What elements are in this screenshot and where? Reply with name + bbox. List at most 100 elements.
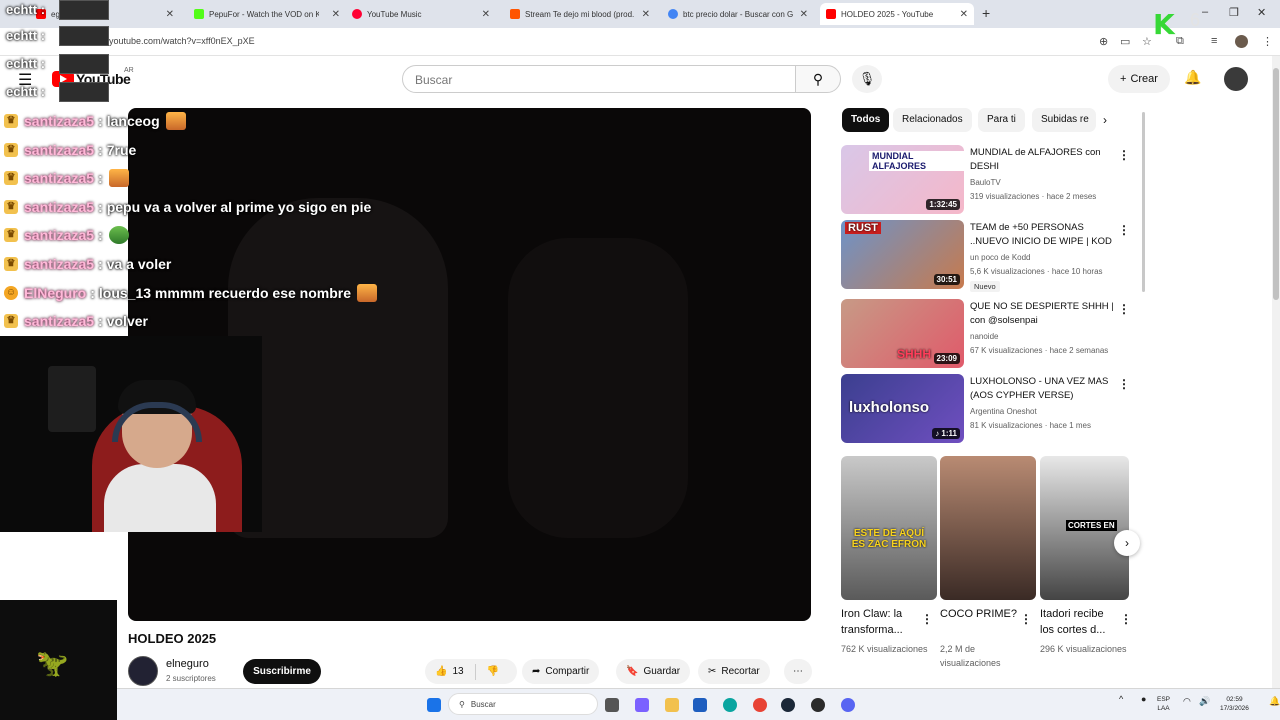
recommended-video[interactable]: SHHH 23:09 QUE NO SE DESPIERTE SHHH | co… — [841, 299, 1131, 369]
reading-list-icon[interactable]: ≡ — [1211, 35, 1217, 47]
close-icon[interactable]: ✕ — [166, 9, 174, 20]
task-view-icon[interactable] — [605, 698, 619, 712]
close-icon[interactable]: ✕ — [482, 9, 490, 20]
minimize-icon[interactable]: – — [1202, 6, 1208, 18]
video-thumbnail[interactable]: luxholonso ♪ 1:11 — [841, 374, 964, 443]
browser-tab[interactable]: YouTube Music ✕ — [346, 3, 496, 25]
chat-text: 7rue — [106, 142, 137, 158]
short-card[interactable]: ESTE DE AQUÍ ES ZAC EFRON Iron Claw: la … — [841, 456, 937, 654]
chip-relacionados[interactable]: Relacionados — [893, 108, 972, 132]
close-icon[interactable]: ✕ — [960, 9, 968, 20]
new-tab-icon[interactable]: + — [982, 5, 990, 21]
shorts-next-button[interactable]: › — [1114, 530, 1140, 556]
notification-center-icon[interactable]: 🔔 — [1269, 697, 1280, 706]
browser-tab-active[interactable]: HOLDEO 2025 - YouTube ✕ — [820, 3, 974, 25]
more-vertical-icon[interactable]: ⋮ — [1118, 148, 1130, 162]
close-icon[interactable]: ✕ — [332, 9, 340, 20]
short-thumbnail[interactable] — [940, 456, 1036, 600]
recommended-video[interactable]: MUNDIAL ALFAJORES 1:32:45 MUNDIAL de ALF… — [841, 145, 1131, 215]
thumbs-up-icon[interactable]: 👍 — [435, 666, 447, 677]
user-avatar[interactable] — [1224, 67, 1248, 91]
video-title[interactable]: LUXHOLONSO - UNA VEZ MAS (AOS CYPHER VER… — [970, 375, 1115, 403]
windows-start-icon[interactable] — [427, 698, 441, 712]
subscribe-button[interactable]: Suscribirme — [243, 659, 321, 684]
browser-tab[interactable]: PepuFor - Watch the VOD on K ✕ — [188, 3, 346, 25]
short-thumbnail[interactable]: ESTE DE AQUÍ ES ZAC EFRON — [841, 456, 937, 600]
short-thumbnail[interactable]: CORTES EN — [1040, 456, 1129, 600]
page-scrollbar-thumb[interactable] — [1273, 68, 1279, 300]
search-button[interactable]: ⚲ — [795, 65, 841, 93]
share-button[interactable]: ➦ Compartir — [522, 659, 600, 684]
bookmark-star-icon[interactable]: ☆ — [1142, 35, 1152, 48]
wifi-icon[interactable]: ◠ — [1183, 697, 1191, 706]
chip-para-ti[interactable]: Para ti — [978, 108, 1025, 132]
channel-name[interactable]: Argentina Oneshot — [970, 407, 1037, 416]
save-button[interactable]: 🔖 Guardar — [616, 659, 691, 684]
more-vertical-icon[interactable]: ⋮ — [1118, 377, 1130, 391]
video-thumbnail[interactable]: RUST 30:51 — [841, 220, 964, 289]
short-title[interactable]: Iron Claw: la transforma... — [841, 606, 919, 638]
url-field[interactable]: youtube.com/watch?v=xff0nEX_pXE — [109, 36, 255, 46]
obs-icon[interactable] — [811, 698, 825, 712]
video-thumbnail[interactable]: SHHH 23:09 — [841, 299, 964, 368]
channel-name[interactable]: un poco de Kodd — [970, 253, 1031, 262]
discord-icon[interactable] — [841, 698, 855, 712]
video-title[interactable]: MUNDIAL de ALFAJORES con DESHI — [970, 146, 1115, 174]
store-icon[interactable] — [693, 698, 707, 712]
maximize-icon[interactable]: ❐ — [1229, 6, 1239, 19]
more-actions-button[interactable]: ⋯ — [784, 659, 812, 684]
browser-menu-icon[interactable]: ⋮ — [1262, 35, 1273, 48]
cast-icon[interactable]: ▭ — [1120, 35, 1130, 48]
clock[interactable]: 02:59 17/3/2026 — [1220, 695, 1249, 713]
chip-subidas-recientes[interactable]: Subidas re — [1032, 108, 1096, 132]
edge-icon[interactable] — [723, 698, 737, 712]
close-icon[interactable]: ✕ — [642, 9, 650, 20]
tray-app-icon[interactable]: ● — [1141, 695, 1146, 704]
voice-search-button[interactable]: 🎙 — [852, 65, 882, 93]
video-title[interactable]: QUE NO SE DESPIERTE SHHH | con @solsenpa… — [970, 300, 1115, 328]
chevron-right-icon[interactable]: › — [1103, 113, 1107, 127]
keyboard-language[interactable]: ESP LAA — [1157, 695, 1170, 713]
short-card[interactable]: CORTES EN Itadori recibe los cortes d...… — [1040, 456, 1129, 676]
search-input[interactable]: Buscar — [402, 65, 796, 93]
browser-tab[interactable]: Stream Te dejo mi blood (prod. ✕ — [504, 3, 656, 25]
like-count[interactable]: 13 — [452, 666, 463, 677]
close-window-icon[interactable]: ✕ — [1257, 6, 1266, 19]
chat-text: lanceog — [106, 113, 160, 129]
volume-icon[interactable]: 🔊 — [1199, 697, 1210, 706]
thumbs-down-icon[interactable]: 👎 — [487, 666, 499, 677]
channel-name[interactable]: nanoide — [970, 332, 998, 341]
crown-badge-icon: ♛ — [4, 228, 18, 242]
steam-icon[interactable] — [781, 698, 795, 712]
more-vertical-icon[interactable]: ⋮ — [1120, 612, 1129, 626]
more-vertical-icon[interactable]: ⋮ — [1118, 223, 1130, 237]
recommendations-scrollbar[interactable] — [1142, 112, 1145, 292]
notifications-bell-icon[interactable]: 🔔 — [1184, 69, 1201, 86]
zoom-icon[interactable]: ⊕ — [1099, 35, 1108, 48]
channel-name[interactable]: elneguro — [166, 658, 209, 670]
recommended-video[interactable]: luxholonso ♪ 1:11 LUXHOLONSO - UNA VEZ M… — [841, 374, 1131, 444]
extensions-icon[interactable]: ⧉ — [1176, 35, 1184, 48]
recommended-video[interactable]: RUST 30:51 TEAM de +50 PERSONAS ..NUEVO … — [841, 220, 1131, 292]
channel-name[interactable]: BauloTV — [970, 178, 1001, 187]
file-explorer-icon[interactable] — [665, 698, 679, 712]
browser-profile-icon[interactable] — [1235, 35, 1248, 48]
more-vertical-icon[interactable]: ⋮ — [1020, 612, 1032, 626]
video-title[interactable]: TEAM de +50 PERSONAS ..NUEVO INICIO DE W… — [970, 221, 1115, 249]
clip-button[interactable]: ✂ Recortar — [698, 659, 770, 684]
short-title[interactable]: Itadori recibe los cortes d... — [1040, 606, 1118, 638]
more-vertical-icon[interactable]: ⋮ — [921, 612, 933, 626]
short-card[interactable]: COCO PRIME? 2,2 M de visualizaciones ⋮ — [940, 456, 1036, 668]
chip-todos[interactable]: Todos — [842, 108, 890, 132]
create-button[interactable]: + Crear — [1108, 65, 1170, 93]
browser-tab[interactable]: btc precio dolar - Buscar con G ✕ — [662, 3, 814, 25]
chrome-icon[interactable] — [753, 698, 767, 712]
close-icon[interactable]: ✕ — [800, 9, 808, 20]
tray-chevron-icon[interactable]: ^ — [1119, 695, 1123, 704]
more-vertical-icon[interactable]: ⋮ — [1118, 302, 1130, 316]
taskbar-search-input[interactable]: ⚲ Buscar — [448, 693, 598, 715]
video-thumbnail[interactable]: MUNDIAL ALFAJORES 1:32:45 — [841, 145, 964, 214]
short-title[interactable]: COCO PRIME? — [940, 606, 1018, 622]
channel-avatar[interactable] — [128, 656, 158, 686]
copilot-icon[interactable] — [635, 698, 649, 712]
